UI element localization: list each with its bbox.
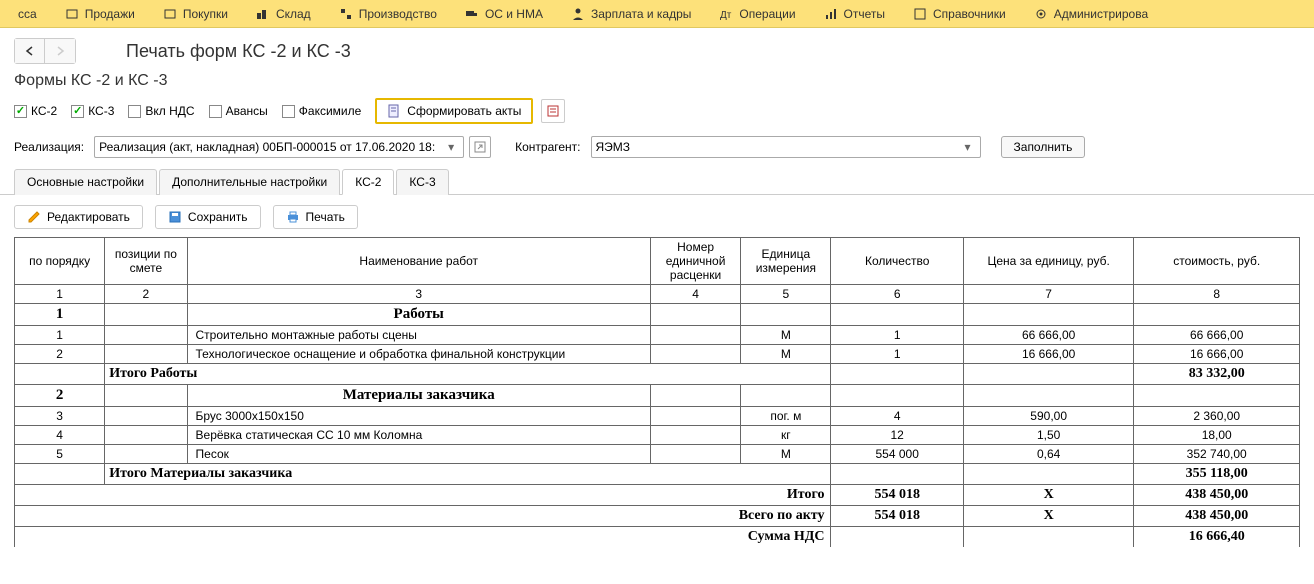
form-subtitle: Формы КС -2 и КС -3 bbox=[0, 70, 1314, 98]
col-price: Цена за единицу, руб. bbox=[963, 238, 1134, 285]
fill-button[interactable]: Заполнить bbox=[1001, 136, 1086, 158]
operations-icon: Дт bbox=[719, 7, 733, 21]
warehouse-icon bbox=[256, 7, 270, 21]
subtotal-works: Итого Работы83 332,00 bbox=[15, 364, 1300, 385]
check-icon bbox=[128, 105, 141, 118]
col-unit: Единица измерения bbox=[741, 238, 831, 285]
total-nds: Сумма НДС16 666,40 bbox=[15, 527, 1300, 548]
col-qty: Количество bbox=[831, 238, 963, 285]
checkbox-vklnds[interactable]: Вкл НДС bbox=[128, 104, 194, 118]
settings-small-button[interactable] bbox=[541, 99, 565, 123]
floppy-icon bbox=[168, 210, 182, 224]
title-bar: Печать форм КС -2 и КС -3 bbox=[0, 28, 1314, 70]
menu-admin[interactable]: Администрирова bbox=[1020, 0, 1162, 28]
main-menu: сса Продажи Покупки Склад Производство О… bbox=[0, 0, 1314, 28]
menu-operations[interactable]: ДтОперации bbox=[705, 0, 809, 28]
col-name: Наименование работ bbox=[187, 238, 650, 285]
book-icon bbox=[913, 7, 927, 21]
section-works: 1Работы bbox=[15, 304, 1300, 326]
col-position: позиции по смете bbox=[105, 238, 187, 285]
realization-input[interactable]: Реализация (акт, накладная) 00БП-000015 … bbox=[94, 136, 464, 158]
menu-warehouse[interactable]: Склад bbox=[242, 0, 325, 28]
checkbox-avansy[interactable]: Авансы bbox=[209, 104, 268, 118]
menu-cash[interactable]: сса bbox=[4, 0, 51, 28]
check-icon bbox=[282, 105, 295, 118]
col-rate-number: Номер единичной расценки bbox=[650, 238, 740, 285]
menu-purchases[interactable]: Покупки bbox=[149, 0, 242, 28]
production-icon bbox=[339, 7, 353, 21]
printer-icon bbox=[286, 210, 300, 224]
table-numrow: 12345678 bbox=[15, 285, 1300, 304]
gear-icon bbox=[1034, 7, 1048, 21]
table-row[interactable]: 3Брус 3000х150х150пог. м4590,002 360,00 bbox=[15, 407, 1300, 426]
tab-main-settings[interactable]: Основные настройки bbox=[14, 169, 157, 195]
table-row[interactable]: 2Технологическое оснащение и обработка ф… bbox=[15, 345, 1300, 364]
dropdown-icon[interactable]: ▾ bbox=[443, 140, 459, 154]
tab-ks2[interactable]: КС-2 bbox=[342, 169, 394, 195]
total-itogo: Итого554 018X438 450,00 bbox=[15, 485, 1300, 506]
col-cost: стоимость, руб. bbox=[1134, 238, 1300, 285]
subtotal-materials: Итого Материалы заказчика355 118,00 bbox=[15, 464, 1300, 485]
print-button[interactable]: Печать bbox=[273, 205, 358, 229]
document-icon bbox=[387, 104, 401, 118]
menu-production[interactable]: Производство bbox=[325, 0, 451, 28]
table-row[interactable]: 1Строительно монтажные работы сценыМ166 … bbox=[15, 326, 1300, 345]
dropdown-icon[interactable]: ▾ bbox=[960, 140, 976, 154]
menu-catalogs[interactable]: Справочники bbox=[899, 0, 1020, 28]
generate-acts-button[interactable]: Сформировать акты bbox=[375, 98, 533, 124]
check-icon bbox=[209, 105, 222, 118]
menu-reports[interactable]: Отчеты bbox=[810, 0, 899, 28]
tab-additional-settings[interactable]: Дополнительные настройки bbox=[159, 169, 340, 195]
open-realization-button[interactable] bbox=[469, 136, 491, 158]
menu-assets[interactable]: ОС и НМА bbox=[451, 0, 557, 28]
edit-button[interactable]: Редактировать bbox=[14, 205, 143, 229]
table-row[interactable]: 5ПесокМ554 0000,64352 740,00 bbox=[15, 445, 1300, 464]
checkbox-faksimile[interactable]: Факсимиле bbox=[282, 104, 362, 118]
chart-icon bbox=[824, 7, 838, 21]
pencil-icon bbox=[27, 210, 41, 224]
kontragent-label: Контрагент: bbox=[515, 140, 580, 154]
checkbox-ks2[interactable]: КС-2 bbox=[14, 104, 57, 118]
total-vsego: Всего по акту554 018X438 450,00 bbox=[15, 506, 1300, 527]
col-order: по порядку bbox=[15, 238, 105, 285]
table-header-row: по порядку позиции по смете Наименование… bbox=[15, 238, 1300, 285]
check-icon bbox=[71, 105, 84, 118]
menu-sales[interactable]: Продажи bbox=[51, 0, 149, 28]
tab-toolbar: Редактировать Сохранить Печать bbox=[0, 195, 1314, 237]
options-row: КС-2 КС-3 Вкл НДС Авансы Факсимиле Сформ… bbox=[0, 98, 1314, 132]
realization-label: Реализация: bbox=[14, 140, 84, 154]
save-button[interactable]: Сохранить bbox=[155, 205, 261, 229]
svg-text:Дт: Дт bbox=[720, 10, 732, 21]
truck-icon bbox=[465, 7, 479, 21]
nav-back-button[interactable] bbox=[15, 39, 45, 63]
sales-icon bbox=[65, 7, 79, 21]
check-icon bbox=[14, 105, 27, 118]
table-row[interactable]: 4Верёвка статическая CC 10 мм Коломнакг1… bbox=[15, 426, 1300, 445]
section-materials: 2Материалы заказчика bbox=[15, 385, 1300, 407]
ks2-table: по порядку позиции по смете Наименование… bbox=[14, 237, 1300, 547]
cart-icon bbox=[163, 7, 177, 21]
tabs: Основные настройки Дополнительные настро… bbox=[0, 168, 1314, 195]
nav-forward-button[interactable] bbox=[45, 39, 75, 63]
checkbox-ks3[interactable]: КС-3 bbox=[71, 104, 114, 118]
person-icon bbox=[571, 7, 585, 21]
tab-ks3[interactable]: КС-3 bbox=[396, 169, 448, 195]
fields-row: Реализация: Реализация (акт, накладная) … bbox=[0, 132, 1314, 168]
page-title: Печать форм КС -2 и КС -3 bbox=[126, 41, 351, 62]
kontragent-input[interactable]: ЯЭМЗ ▾ bbox=[591, 136, 981, 158]
menu-hr[interactable]: Зарплата и кадры bbox=[557, 0, 705, 28]
